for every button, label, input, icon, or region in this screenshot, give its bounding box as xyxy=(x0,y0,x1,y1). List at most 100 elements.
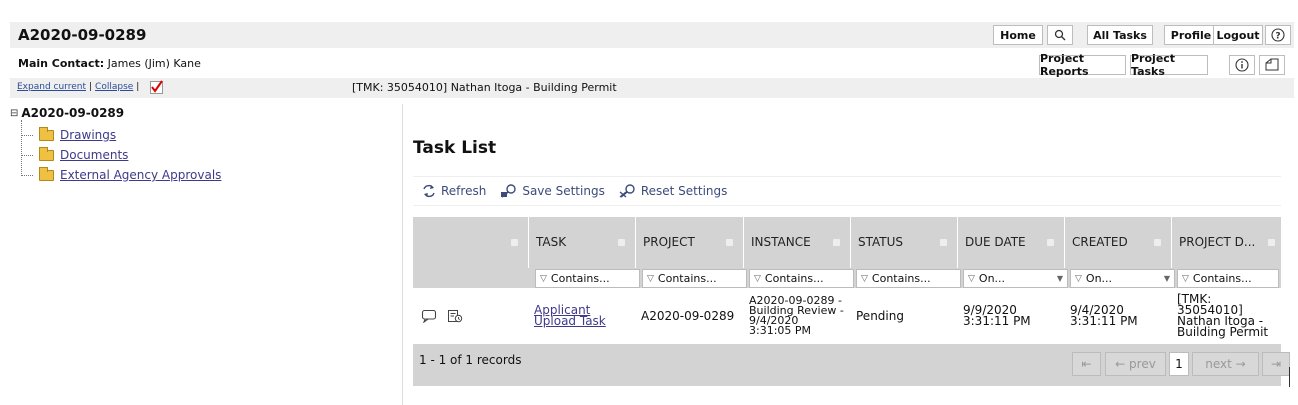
checkmark-toggle[interactable] xyxy=(150,80,163,94)
note-icon xyxy=(1265,58,1279,71)
filter-value: Contains... xyxy=(764,272,824,285)
column-menu-icon[interactable] xyxy=(618,239,625,246)
tree-item-drawings[interactable]: Drawings xyxy=(21,126,116,142)
tree-connector xyxy=(21,154,33,156)
comment-icon[interactable] xyxy=(421,309,437,323)
tree-item-label[interactable]: Documents xyxy=(60,148,128,162)
svg-text:?: ? xyxy=(1275,32,1280,42)
folder-icon xyxy=(39,126,54,141)
search-button[interactable] xyxy=(1047,25,1073,45)
chevron-down-icon[interactable]: ▼ xyxy=(1057,274,1063,283)
filter-value: Contains... xyxy=(1192,272,1252,285)
task-list-title: Task List xyxy=(413,138,497,158)
column-menu-icon[interactable] xyxy=(940,239,947,246)
filter-project-description[interactable]: ▽ Contains... xyxy=(1177,269,1279,288)
tree-item-label[interactable]: External Agency Approvals xyxy=(60,168,221,182)
project-title: A2020-09-0289 xyxy=(18,26,147,44)
tree-item-external-agency-approvals[interactable]: External Agency Approvals xyxy=(21,166,221,182)
refresh-button[interactable]: Refresh xyxy=(421,184,486,198)
all-tasks-button[interactable]: All Tasks xyxy=(1087,25,1153,45)
note-button[interactable] xyxy=(1259,55,1285,75)
profile-button[interactable]: Profile xyxy=(1164,25,1218,45)
save-settings-button[interactable]: Save Settings xyxy=(500,184,605,198)
column-header-label: CREATED xyxy=(1072,235,1128,249)
filter-project[interactable]: ▽ Contains... xyxy=(642,269,747,288)
column-header-status[interactable]: STATUS xyxy=(850,217,957,268)
header-bar: A2020-09-0289 Home All Tasks Profile Log… xyxy=(10,22,1294,48)
prev-page-button[interactable]: ← prev xyxy=(1105,352,1166,376)
table-row[interactable]: Applicant Upload Task A2020-09-0289 A202… xyxy=(413,288,1281,344)
filter-status[interactable]: ▽ Contains... xyxy=(856,269,961,288)
next-page-button[interactable]: next → xyxy=(1192,352,1259,376)
column-header-project-description[interactable]: PROJECT D... xyxy=(1171,217,1281,268)
filter-instance[interactable]: ▽ Contains... xyxy=(749,269,854,288)
task-link[interactable]: Applicant Upload Task xyxy=(534,304,629,327)
column-menu-icon[interactable] xyxy=(1268,239,1275,246)
project-tasks-button[interactable]: Project Tasks xyxy=(1130,52,1208,78)
tree-item-documents[interactable]: Documents xyxy=(21,146,128,162)
chevron-down-icon[interactable]: ▼ xyxy=(1164,274,1170,283)
tree-connector xyxy=(21,134,33,136)
folder-icon xyxy=(39,146,54,161)
column-header-due-date[interactable]: DUE DATE xyxy=(957,217,1064,268)
first-page-button[interactable]: ⇤ xyxy=(1072,352,1101,376)
tree-connector xyxy=(21,174,33,176)
filter-icon: ▽ xyxy=(861,273,868,284)
filter-icon: ▽ xyxy=(1075,273,1082,284)
filter-task[interactable]: ▽ Contains... xyxy=(535,269,640,288)
select-column-header[interactable] xyxy=(413,217,528,268)
cell-created: 9/4/2020 3:31:11 PM xyxy=(1070,303,1138,328)
filter-created[interactable]: ▽ On... ▼ xyxy=(1070,269,1175,288)
column-menu-icon[interactable] xyxy=(511,239,518,246)
separator: | xyxy=(136,82,140,92)
collapse-link[interactable]: Collapse xyxy=(95,82,133,92)
folder-icon xyxy=(39,166,54,181)
column-header-project[interactable]: PROJECT xyxy=(635,217,743,268)
column-menu-icon[interactable] xyxy=(833,239,840,246)
filter-icon: ▽ xyxy=(968,273,975,284)
home-button[interactable]: Home xyxy=(993,25,1043,45)
current-page[interactable]: 1 xyxy=(1169,352,1189,376)
save-settings-label: Save Settings xyxy=(522,184,605,198)
filter-value: On... xyxy=(978,272,1006,285)
tree-root-node[interactable]: ⊟ A2020-09-0289 xyxy=(10,106,124,120)
filter-spacer xyxy=(413,268,534,288)
filter-icon: ▽ xyxy=(1182,273,1189,284)
filter-icon: ▽ xyxy=(647,273,654,284)
filter-value: Contains... xyxy=(550,272,610,285)
grid-footer: 1 - 1 of 1 records ⇤ ← prev 1 next → ⇥ xyxy=(413,344,1290,386)
column-header-label: TASK xyxy=(536,235,567,249)
reset-settings-button[interactable]: Reset Settings xyxy=(619,184,727,198)
cell-instance: A2020-09-0289 - Building Review - 9/4/20… xyxy=(749,294,844,337)
logout-button[interactable]: Logout xyxy=(1213,25,1263,45)
column-menu-icon[interactable] xyxy=(726,239,733,246)
project-description: [TMK: 35054010] Nathan Itoga - Building … xyxy=(352,81,617,94)
column-header-label: PROJECT xyxy=(643,235,695,249)
column-header-instance[interactable]: INSTANCE xyxy=(743,217,850,268)
project-reports-button[interactable]: Project Reports xyxy=(1039,52,1126,78)
last-page-button[interactable]: ⇥ xyxy=(1262,352,1290,376)
column-header-created[interactable]: CREATED xyxy=(1064,217,1171,268)
column-menu-icon[interactable] xyxy=(1154,239,1161,246)
cell-project-description: [TMK: 35054010] Nathan Itoga - Building … xyxy=(1177,292,1269,339)
panel-divider xyxy=(402,104,403,405)
filter-due-date[interactable]: ▽ On... ▼ xyxy=(963,269,1068,288)
tree-item-label[interactable]: Drawings xyxy=(60,128,116,142)
task-history-icon[interactable] xyxy=(447,309,463,323)
project-tree: ⊟ A2020-09-0289 xyxy=(10,106,124,120)
info-button[interactable] xyxy=(1229,55,1255,75)
column-header-task[interactable]: TASK xyxy=(528,217,635,268)
checkmark-icon xyxy=(151,80,163,93)
filter-value: On... xyxy=(1085,272,1113,285)
main-contact: Main Contact: James (Jim) Kane xyxy=(18,57,201,70)
column-header-label: DUE DATE xyxy=(965,235,1026,249)
info-icon xyxy=(1235,58,1249,72)
main-contact-value: James (Jim) Kane xyxy=(107,57,201,70)
column-menu-icon[interactable] xyxy=(1047,239,1054,246)
cell-status: Pending xyxy=(856,308,904,323)
filter-icon: ▽ xyxy=(540,273,547,284)
help-button[interactable]: ? xyxy=(1265,25,1291,45)
collapse-tree-icon[interactable]: ⊟ xyxy=(10,108,18,119)
tree-root-label: A2020-09-0289 xyxy=(21,106,125,120)
expand-current-link[interactable]: Expand current xyxy=(17,82,86,92)
